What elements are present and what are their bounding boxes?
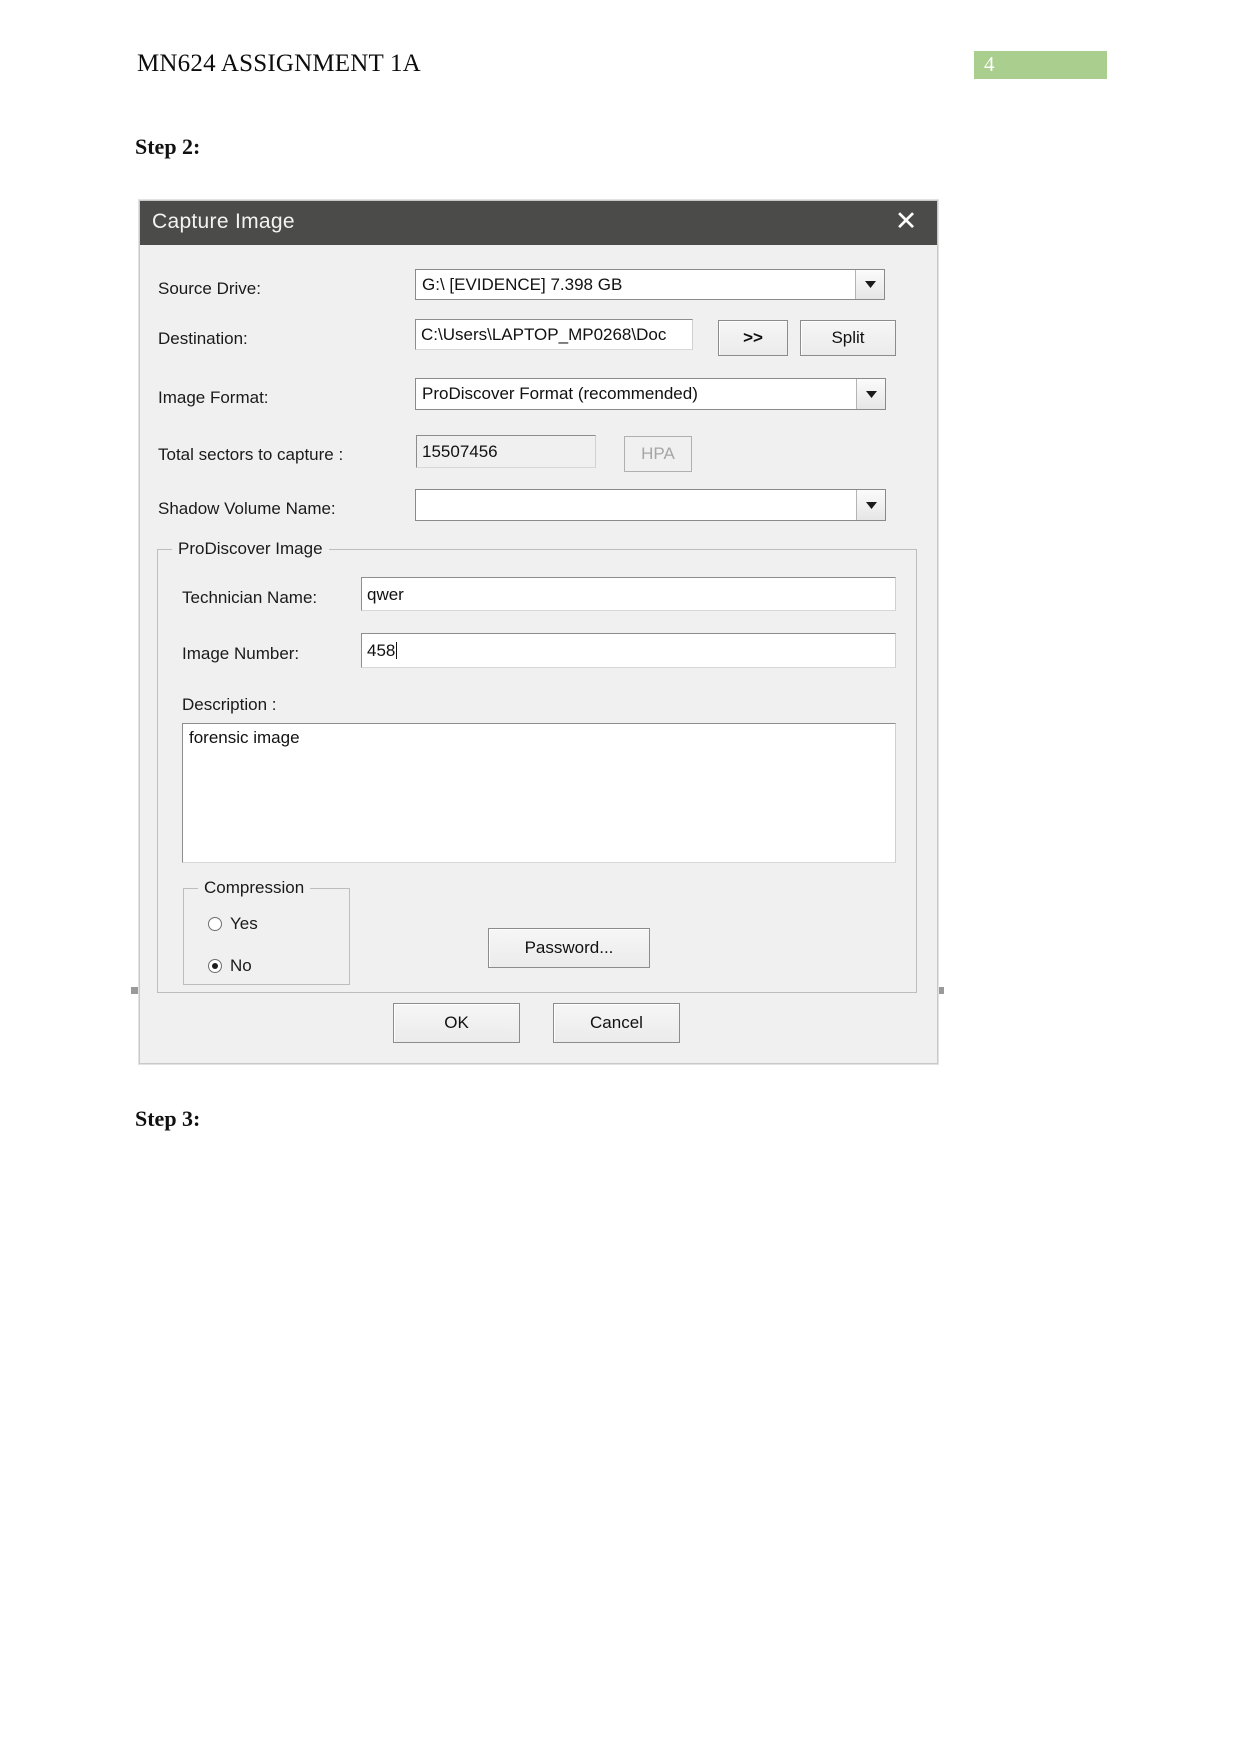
step-2-label: Step 2: <box>135 134 201 159</box>
prodiscover-image-group-title: ProDiscover Image <box>172 539 329 559</box>
dialog-titlebar: Capture Image ✕ <box>140 201 937 245</box>
page-number-badge: 4 <box>974 51 1107 79</box>
technician-name-label: Technician Name: <box>182 588 318 607</box>
compression-yes-label: Yes <box>230 914 258 933</box>
source-drive-combobox[interactable]: G:\ [EVIDENCE] 7.398 GB <box>415 269 885 300</box>
password-button[interactable]: Password... <box>488 928 650 968</box>
total-sectors-input[interactable]: 15507456 <box>416 435 596 468</box>
source-drive-label: Source Drive: <box>158 279 261 298</box>
image-number-input[interactable]: 458 <box>361 633 896 668</box>
compression-radio-no[interactable]: No <box>208 956 252 976</box>
description-textarea[interactable]: forensic image <box>182 723 896 863</box>
chevron-down-icon[interactable] <box>855 270 884 299</box>
browse-button[interactable]: >> <box>718 320 788 356</box>
hpa-button: HPA <box>624 436 692 472</box>
image-number-value: 458 <box>367 641 396 660</box>
source-drive-value: G:\ [EVIDENCE] 7.398 GB <box>422 274 623 294</box>
document-header: MN624 ASSIGNMENT 1A 4 <box>0 0 1241 110</box>
compression-radio-yes[interactable]: Yes <box>208 914 258 934</box>
image-number-label: Image Number: <box>182 644 300 663</box>
cancel-button[interactable]: Cancel <box>553 1003 680 1043</box>
page-number-text: 4 <box>984 52 995 76</box>
image-format-label: Image Format: <box>158 388 269 407</box>
text-caret <box>396 642 398 659</box>
compression-group-title: Compression <box>198 878 311 898</box>
radio-selected-icon <box>208 959 222 973</box>
compression-no-label: No <box>230 956 252 975</box>
dialog-title: Capture Image <box>152 210 295 233</box>
destination-label: Destination: <box>158 329 248 348</box>
image-format-value: ProDiscover Format (recommended) <box>422 384 698 403</box>
capture-image-dialog: Capture Image ✕ Source Drive: G:\ [EVIDE… <box>139 200 938 1064</box>
prodiscover-image-group: ProDiscover Image Technician Name: qwer … <box>157 539 917 993</box>
step-3-label: Step 3: <box>135 1106 201 1131</box>
compression-group: Compression Yes No <box>183 878 350 985</box>
shadow-volume-label: Shadow Volume Name: <box>158 499 336 518</box>
technician-name-input[interactable]: qwer <box>361 577 896 611</box>
radio-unselected-icon <box>208 917 222 931</box>
description-label: Description : <box>182 695 277 714</box>
shadow-volume-combobox[interactable] <box>415 489 886 521</box>
ok-button[interactable]: OK <box>393 1003 520 1043</box>
destination-input[interactable]: C:\Users\LAPTOP_MP0268\Doc <box>415 319 693 350</box>
page-title: MN624 ASSIGNMENT 1A <box>137 50 421 77</box>
total-sectors-label: Total sectors to capture : <box>158 445 344 464</box>
split-button[interactable]: Split <box>800 320 896 356</box>
dialog-body: Source Drive: G:\ [EVIDENCE] 7.398 GB De… <box>140 245 937 1063</box>
chevron-down-icon[interactable] <box>856 379 885 409</box>
chevron-down-icon[interactable] <box>856 490 885 520</box>
close-icon[interactable]: ✕ <box>889 208 923 238</box>
image-format-combobox[interactable]: ProDiscover Format (recommended) <box>415 378 886 410</box>
